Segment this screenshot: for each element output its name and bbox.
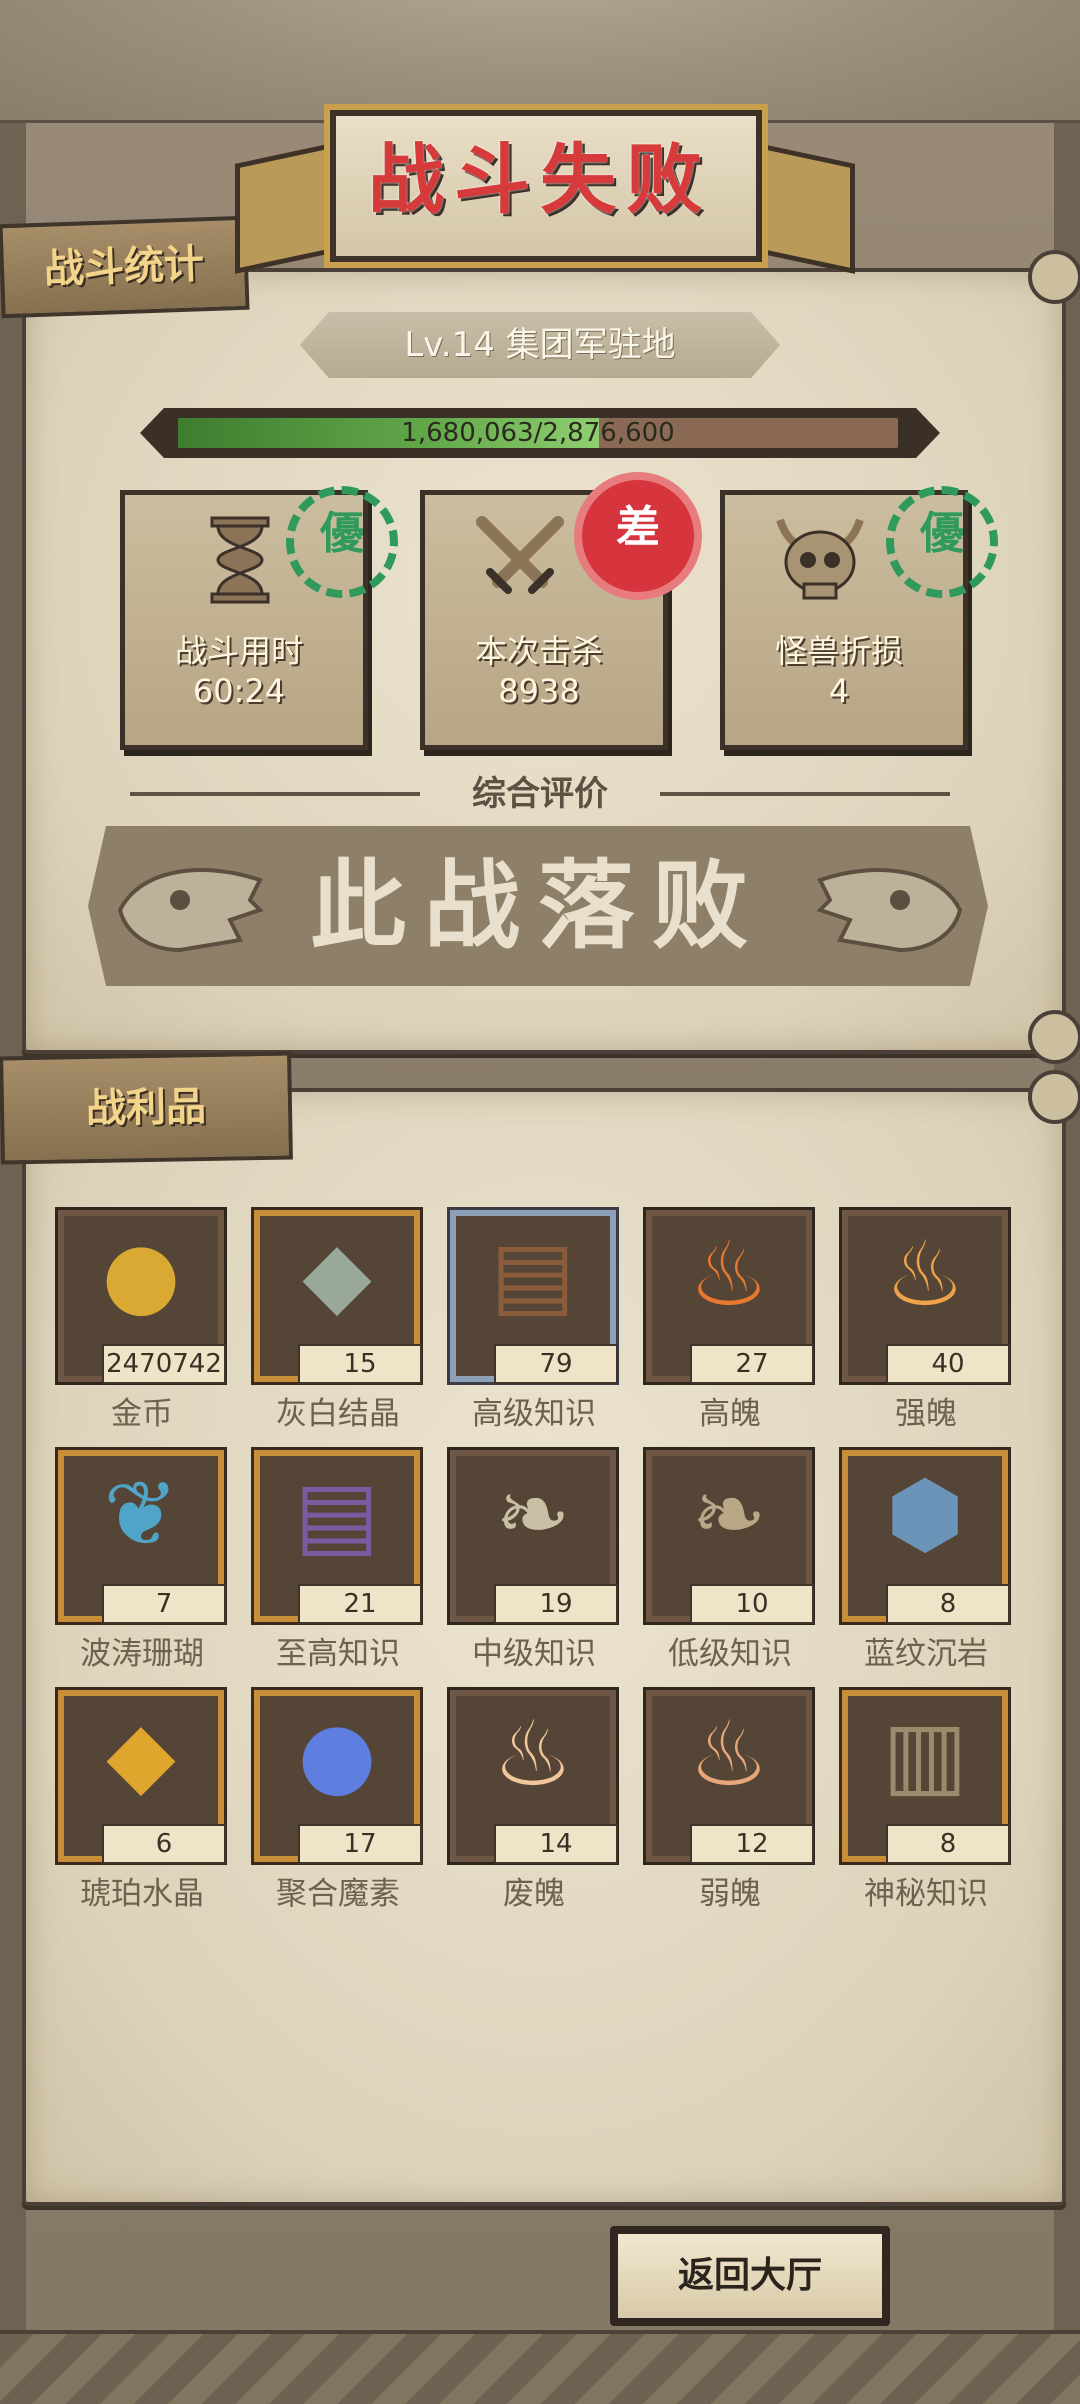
loot-item[interactable]: ❦ 7 波涛珊瑚 [58,1450,236,1672]
battle-stats-tab: 战斗统计 [0,215,250,319]
item-name: 琥珀水晶 [80,1876,204,1912]
gray-crystal-icon: ◆ [302,1222,372,1327]
stat-label-monster-loss: 怪兽折损 [774,632,903,670]
loot-item[interactable]: ♨ 14 废魄 [450,1690,628,1912]
advanced-book-icon: ▤ [490,1222,576,1327]
loot-item[interactable]: ❧ 10 低级知识 [646,1450,824,1672]
stat-label-battle-time: 战斗用时 [174,632,303,670]
item-quantity: 12 [690,1824,814,1864]
item-quantity: 15 [298,1344,422,1384]
loot-item[interactable]: ◆ 6 琥珀水晶 [58,1690,236,1912]
scroll-curl-top [1028,250,1080,304]
item-name: 蓝纹沉岩 [864,1636,988,1672]
coral-icon: ❦ [103,1462,179,1567]
item-name: 低级知识 [668,1636,792,1672]
green-stamp-icon: 優 [886,486,998,598]
item-quantity: 17 [298,1824,422,1864]
evaluation-label: 综合评价 [472,774,608,814]
scroll-icon: ❧ [495,1462,571,1567]
loot-item[interactable]: ◆ 15 灰白结晶 [254,1210,432,1432]
item-quantity: 79 [494,1344,618,1384]
item-quantity: 6 [102,1824,226,1864]
progress-text: 1,680,063/2,876,600 [401,418,675,448]
item-name: 神秘知识 [864,1876,988,1912]
crossed-swords-icon [470,510,570,610]
item-name: 弱魄 [699,1876,761,1912]
loot-tab: 战利品 [0,1051,293,1165]
loot-item[interactable]: ▤ 79 高级知识 [450,1210,628,1432]
battle-result-title: 战斗失败 [368,135,712,224]
item-name: 废魄 [503,1876,565,1912]
item-quantity: 21 [298,1584,422,1624]
item-quantity: 7 [102,1584,226,1624]
green-stamp-icon: 優 [286,486,398,598]
item-quantity: 19 [494,1584,618,1624]
loot-item[interactable]: ● 17 聚合魔素 [254,1690,432,1912]
small-scroll-icon: ❧ [691,1462,767,1567]
item-name: 高魄 [699,1396,761,1432]
item-name: 中级知识 [472,1636,596,1672]
orange-flame-icon: ♨ [688,1222,770,1327]
bottom-decoration-band [0,2330,1080,2404]
stat-value-kills: 8938 [498,672,580,710]
gold-coin-icon: ● [101,1222,181,1327]
red-stamp-icon: 差 [582,480,694,592]
verdict-text: 此战落败 [310,850,766,962]
horned-skull-icon [770,510,870,610]
scroll-curl-top [1028,1070,1080,1124]
loot-item[interactable]: ♨ 27 高魄 [646,1210,824,1432]
divider-left [130,792,420,796]
top-arch-decoration [0,0,1080,123]
loot-item[interactable]: ▤ 21 至高知识 [254,1450,432,1672]
item-name: 波涛珊瑚 [80,1636,204,1672]
return-to-lobby-button[interactable]: 返回大厅 [618,2234,882,2318]
loot-item[interactable]: ❧ 19 中级知识 [450,1450,628,1672]
location-label: Lv.14 集团军驻地 [404,325,676,365]
hourglass-icon [190,510,290,610]
item-quantity: 27 [690,1344,814,1384]
divider-right [660,792,950,796]
item-name: 金币 [111,1396,173,1432]
supreme-book-icon: ▤ [294,1462,380,1567]
item-quantity: 2470742 [102,1344,226,1384]
stone-tablet-icon: ▥ [882,1702,968,1807]
item-name: 高级知识 [472,1396,596,1432]
weak-flame-icon: ♨ [688,1702,770,1807]
stat-value-battle-time: 60:24 [192,672,286,710]
loot-item[interactable]: ⬢ 8 蓝纹沉岩 [842,1450,1020,1672]
loot-item[interactable]: ♨ 12 弱魄 [646,1690,824,1912]
amber-crystal-icon: ◆ [106,1702,176,1807]
stat-label-kills: 本次击杀 [474,632,603,670]
item-quantity: 10 [690,1584,814,1624]
loot-item[interactable]: ● 2470742 金币 [58,1210,236,1432]
stat-value-monster-loss: 4 [828,672,850,710]
flame-icon: ♨ [884,1222,966,1327]
item-quantity: 14 [494,1824,618,1864]
mana-orb-icon: ● [297,1702,377,1807]
item-quantity: 8 [886,1824,1010,1864]
loot-item[interactable]: ▥ 8 神秘知识 [842,1690,1020,1912]
blue-rock-icon: ⬢ [885,1462,965,1567]
item-name: 灰白结晶 [276,1396,400,1432]
pale-flame-icon: ♨ [492,1702,574,1807]
item-name: 至高知识 [276,1636,400,1672]
item-name: 聚合魔素 [276,1876,400,1912]
item-quantity: 40 [886,1344,1010,1384]
scroll-curl-bottom [1028,1010,1080,1064]
item-quantity: 8 [886,1584,1010,1624]
item-name: 强魄 [895,1396,957,1432]
loot-item[interactable]: ♨ 40 强魄 [842,1210,1020,1432]
